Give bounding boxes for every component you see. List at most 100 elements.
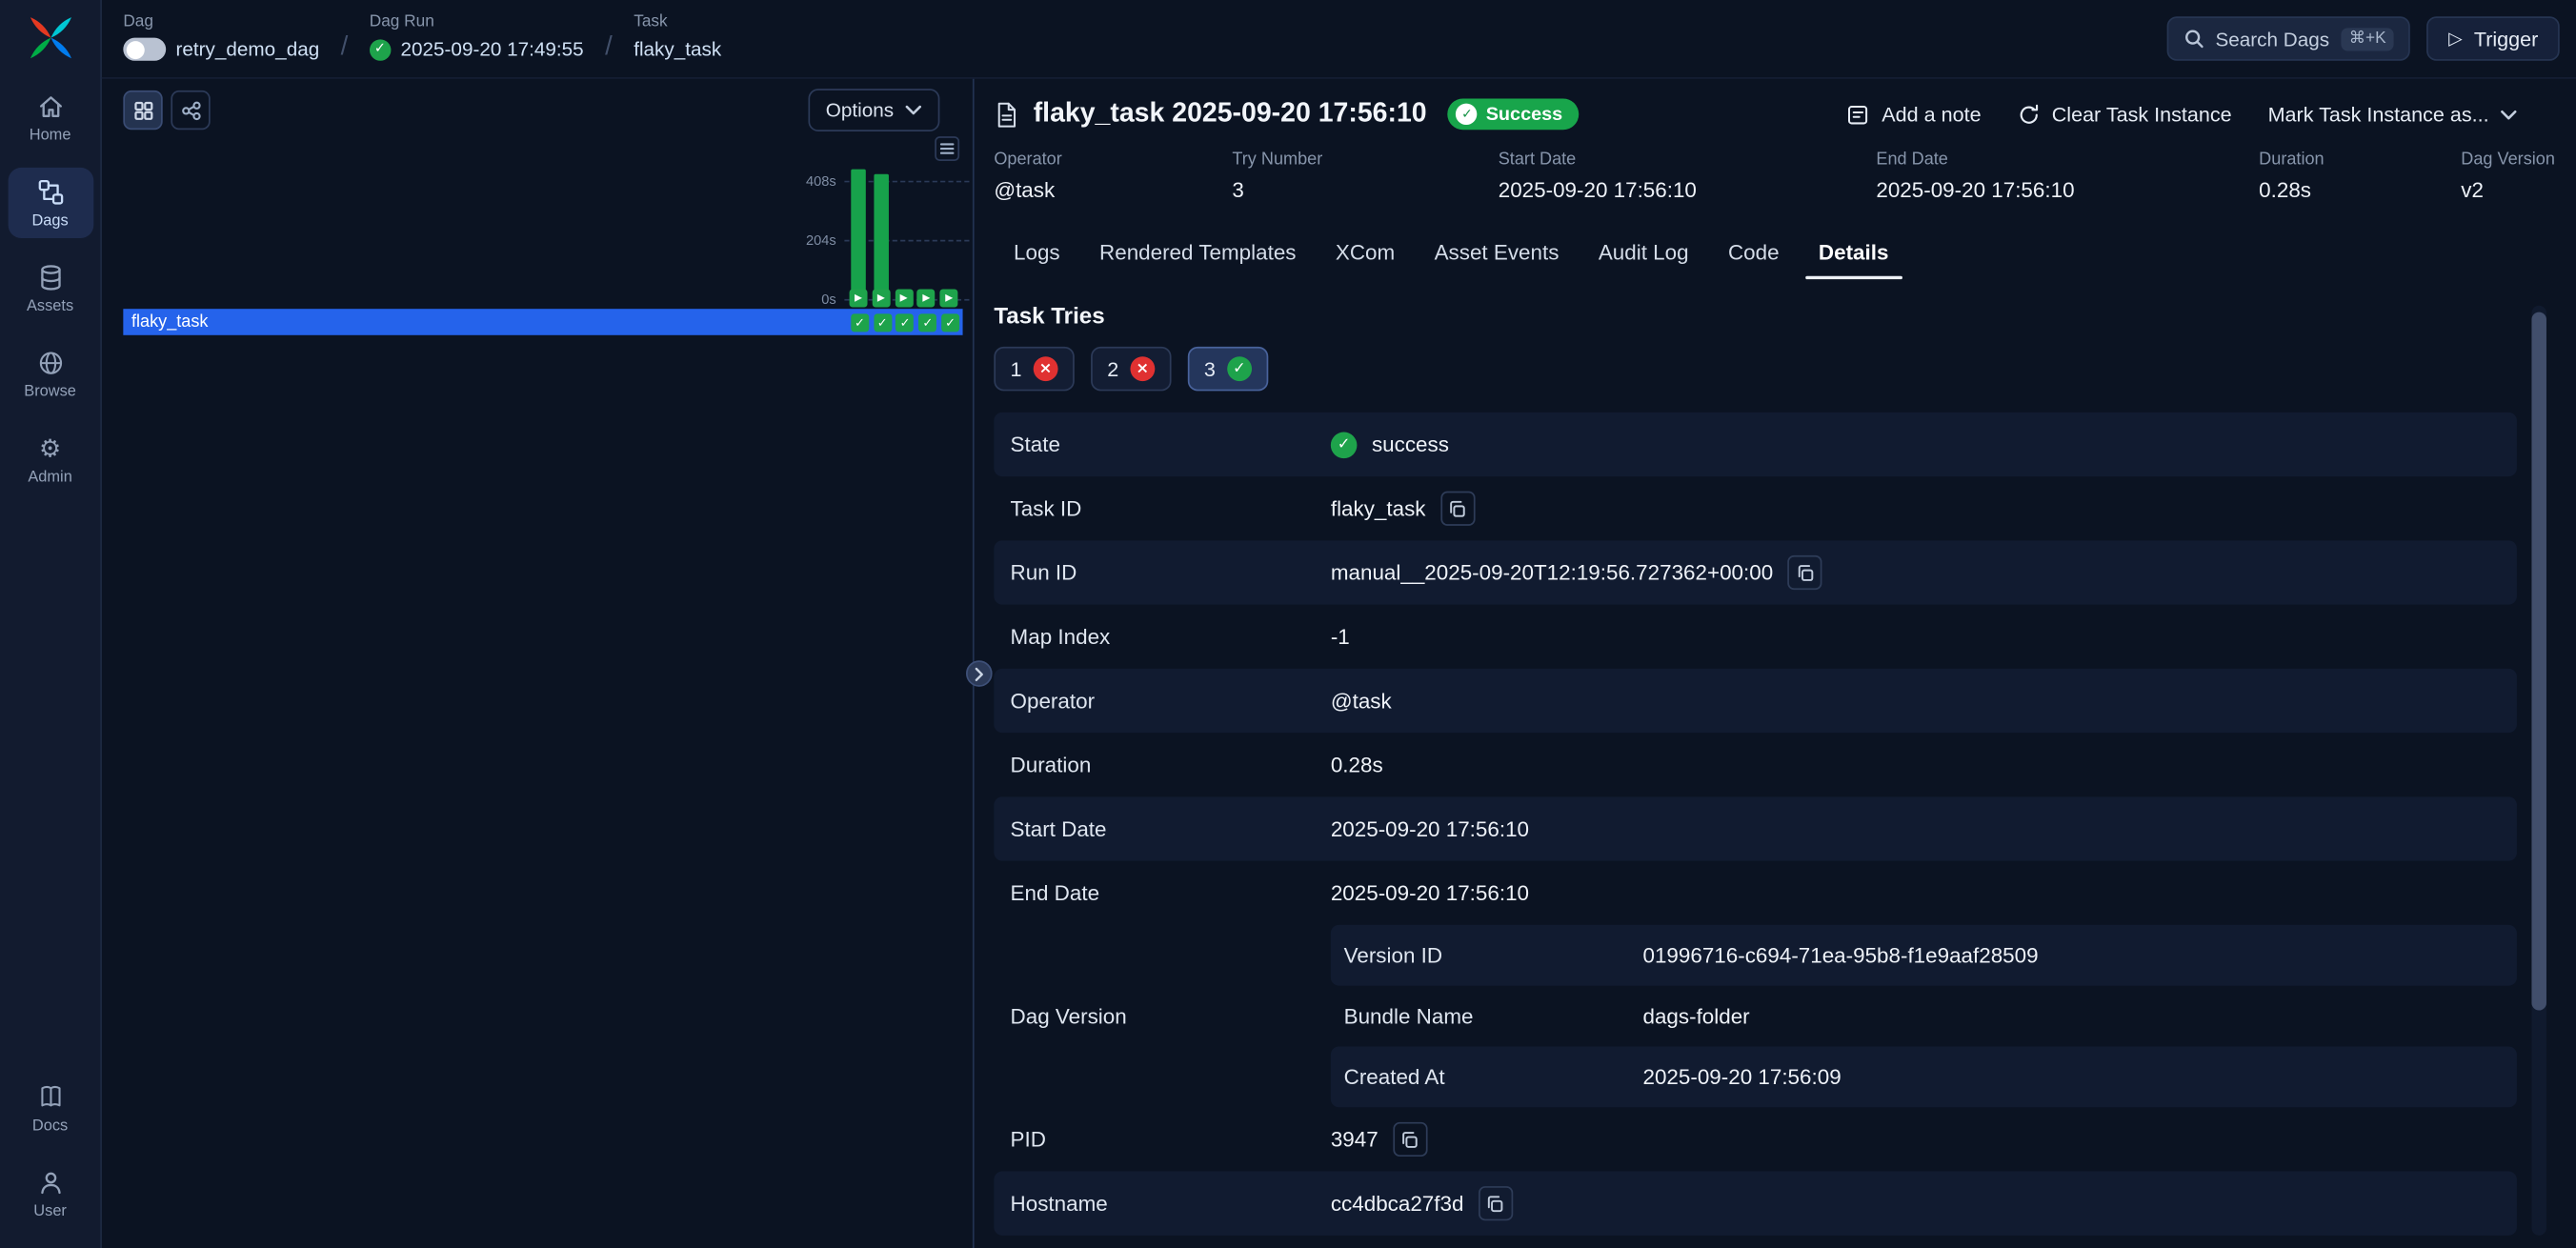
task-instance-header: flaky_task 2025-09-20 17:56:10 ✓ Success… <box>994 98 2517 130</box>
document-icon <box>994 101 1018 128</box>
search-label: Search Dags <box>2215 27 2329 50</box>
task-try-1-button[interactable]: 1× <box>994 347 1074 392</box>
copy-button[interactable] <box>1479 1186 1513 1220</box>
search-dags-button[interactable]: Search Dags ⌘+K <box>2166 16 2411 61</box>
row-label: Hostname <box>994 1191 1331 1216</box>
table-row-run-id: Run IDmanual__2025-09-20T12:19:56.727362… <box>994 540 2517 604</box>
table-row-end-date: End Date2025-09-20 17:56:10 <box>994 861 2517 925</box>
dag-run-state-square[interactable]: ▶ <box>940 290 958 308</box>
dag-run-state-square[interactable]: ▶ <box>850 290 868 308</box>
grid-view-button[interactable] <box>123 91 162 130</box>
tab-asset-events[interactable]: Asset Events <box>1415 229 1579 279</box>
value-text: success <box>1372 433 1449 457</box>
graph-view-button[interactable] <box>171 91 210 130</box>
toggle-knob <box>126 40 144 58</box>
value-text: dags-folder <box>1642 1004 1749 1029</box>
chart-options-button[interactable] <box>935 136 959 161</box>
task-instance-panel: flaky_task 2025-09-20 17:56:10 ✓ Success… <box>984 79 2576 1248</box>
airflow-logo[interactable] <box>26 13 75 63</box>
value-text: @task <box>1331 689 1392 714</box>
tab-details[interactable]: Details <box>1799 229 1908 279</box>
docs-icon <box>35 1082 65 1112</box>
table-row-start-date: Start Date2025-09-20 17:56:10 <box>994 796 2517 860</box>
breadcrumb-dag-run: Dag Run ✓ 2025-09-20 17:49:55 <box>370 0 584 77</box>
mark-task-instance-as-button[interactable]: Mark Task Instance as... <box>2268 103 2517 126</box>
clear-task-instance-button[interactable]: Clear Task Instance <box>2018 103 2232 126</box>
panel-splitter[interactable] <box>973 79 984 1248</box>
sidebar-item-home[interactable]: Home <box>8 82 93 152</box>
value-text: -1 <box>1331 624 1350 649</box>
table-row-state: State✓success <box>994 413 2517 476</box>
value-text: cc4dbca27f3d <box>1331 1191 1464 1216</box>
add-note-button[interactable]: Add a note <box>1847 103 1981 126</box>
browse-icon <box>35 349 65 378</box>
tab-xcom[interactable]: XCom <box>1316 229 1415 279</box>
task-try-3-button[interactable]: 3✓ <box>1188 347 1268 392</box>
task-instance-title: flaky_task 2025-09-20 17:56:10 <box>1034 98 1427 130</box>
options-dropdown[interactable]: Options <box>808 89 940 131</box>
task-tries: 1× 2× 3✓ <box>994 347 2517 392</box>
dag-run-state-square[interactable]: ▶ <box>917 290 936 308</box>
value-text: flaky_task <box>1331 496 1426 521</box>
task-crumb-label: Task <box>634 13 721 31</box>
sidebar-item-label: Dags <box>31 211 68 230</box>
row-label: Task ID <box>994 496 1331 521</box>
scrollbar-thumb[interactable] <box>2531 312 2546 1011</box>
sidebar-item-user[interactable]: User <box>8 1158 93 1229</box>
dag-run-link[interactable]: 2025-09-20 17:49:55 <box>401 38 584 61</box>
selected-task-row[interactable]: flaky_task ✓✓✓✓✓ <box>123 309 962 335</box>
task-instance-square[interactable]: ✓ <box>941 313 959 332</box>
nested-table: Version ID01996716-c694-71ea-95b8-f1e9aa… <box>1331 925 2517 1107</box>
table-row-map-index: Map Index-1 <box>994 605 2517 669</box>
copy-button[interactable] <box>1788 555 1822 590</box>
meta-end-date: End Date2025-09-20 17:56:10 <box>1876 150 2259 202</box>
sidebar-item-admin[interactable]: ⚙Admin <box>8 424 93 494</box>
sidebar-item-docs[interactable]: Docs <box>8 1073 93 1143</box>
dag-run-state-square[interactable]: ▶ <box>872 290 890 308</box>
task-instance-square[interactable]: ✓ <box>896 313 915 332</box>
breadcrumb-task: Task flaky_task <box>634 0 721 77</box>
tab-rendered-templates[interactable]: Rendered Templates <box>1079 229 1316 279</box>
row-value: ✓ success <box>1331 432 2517 458</box>
meta-label: Start Date <box>1499 150 1877 170</box>
splitter-handle[interactable] <box>966 660 993 687</box>
axis-tick-label: 204s <box>806 231 836 248</box>
sidebar-item-assets[interactable]: Assets <box>8 253 93 324</box>
value-text: 2025-09-20 17:56:09 <box>1642 1064 1841 1089</box>
sidebar-item-label: Admin <box>28 468 71 486</box>
row-value: @task <box>1331 689 2517 714</box>
row-value: -1 <box>1331 624 2517 649</box>
value-text: 0.28s <box>1331 753 1383 777</box>
run-duration-bar[interactable] <box>874 174 889 299</box>
sidebar-item-dags[interactable]: Dags <box>8 168 93 238</box>
sidebar: Home Dags Assets Browse ⚙Admin Docs User <box>0 0 102 1248</box>
copy-button[interactable] <box>1393 1122 1427 1157</box>
row-value: 3947 <box>1331 1122 2517 1157</box>
search-icon <box>2183 28 2204 49</box>
sidebar-bottom-nav: Docs User <box>0 1073 100 1229</box>
task-instance-square[interactable]: ✓ <box>851 313 869 332</box>
trigger-button[interactable]: ▷ Trigger <box>2427 16 2560 61</box>
task-instance-square[interactable]: ✓ <box>918 313 936 332</box>
success-icon: ✓ <box>1331 432 1358 458</box>
row-label: PID <box>994 1127 1331 1152</box>
row-label: Version ID <box>1331 943 1643 968</box>
run-duration-bar[interactable] <box>851 170 866 299</box>
copy-button[interactable] <box>1440 492 1475 526</box>
tab-audit-log[interactable]: Audit Log <box>1579 229 1708 279</box>
tab-code[interactable]: Code <box>1708 229 1799 279</box>
dag-name-link[interactable]: retry_demo_dag <box>176 38 320 61</box>
tab-logs[interactable]: Logs <box>994 229 1079 279</box>
task-try-2-button[interactable]: 2× <box>1091 347 1171 392</box>
meta-operator: Operator@task <box>994 150 1232 202</box>
sidebar-item-browse[interactable]: Browse <box>8 338 93 409</box>
header-actions: Add a note Clear Task Instance Mark Task… <box>1847 103 2517 126</box>
dag-pause-toggle[interactable] <box>123 38 166 61</box>
row-value: 0.28s <box>1331 753 2517 777</box>
grid-panel: Options 408s204s0s▶▶▶▶▶ flaky_task ✓✓✓✓✓ <box>102 79 973 1248</box>
meta-start-date: Start Date2025-09-20 17:56:10 <box>1499 150 1877 202</box>
keyboard-shortcut: ⌘+K <box>2341 27 2394 50</box>
sidebar-item-label: Browse <box>24 383 76 401</box>
task-instance-square[interactable]: ✓ <box>874 313 892 332</box>
dag-run-state-square[interactable]: ▶ <box>895 290 913 308</box>
